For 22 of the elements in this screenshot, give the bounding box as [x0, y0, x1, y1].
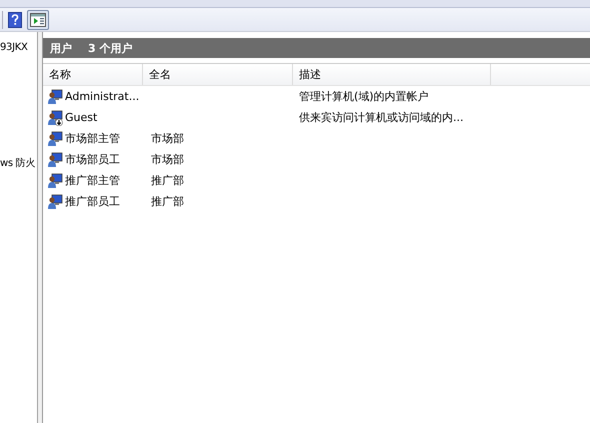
full-name: 市场部: [151, 152, 184, 167]
help-button[interactable]: [6, 10, 24, 30]
user-name[interactable]: 推广部员工: [65, 194, 120, 209]
user-description: 供来宾访问计算机或访问域的内...: [299, 110, 464, 125]
show-action-pane-button[interactable]: [27, 10, 49, 30]
column-header[interactable]: 名称: [43, 64, 143, 85]
user-name[interactable]: Administrat...: [65, 90, 140, 103]
user-count: 3 个用户: [88, 40, 132, 56]
full-name: 推广部: [151, 194, 184, 209]
user-description: 管理计算机(域)的内置帐户: [299, 89, 429, 104]
tree-item[interactable]: 93JKX: [0, 42, 37, 53]
tree-item[interactable]: ws 防火: [0, 156, 37, 170]
user-name[interactable]: 市场部员工: [65, 152, 120, 167]
full-name: 推广部: [151, 173, 184, 188]
user-name[interactable]: 市场部主管: [65, 131, 120, 146]
pane-icon: [30, 12, 46, 26]
column-header[interactable]: 全名: [143, 64, 293, 85]
full-name: 市场部: [151, 131, 184, 146]
panel-title: 用户: [50, 40, 72, 56]
user-name[interactable]: 推广部主管: [65, 173, 120, 188]
question-mark-icon: [8, 12, 22, 28]
column-header[interactable]: 描述: [293, 64, 491, 85]
